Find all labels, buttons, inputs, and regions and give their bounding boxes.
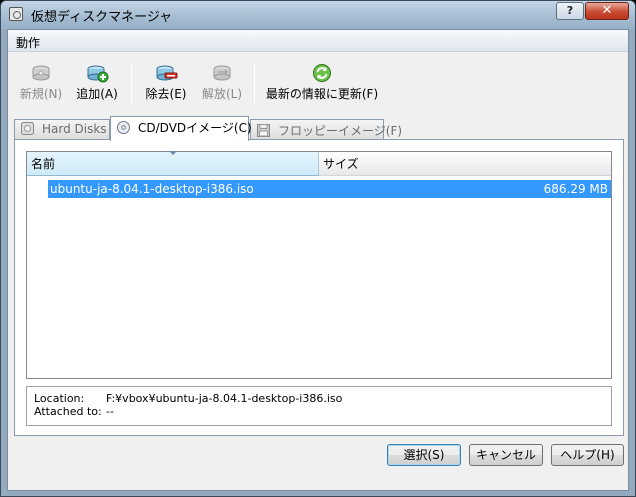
tab-hard-disks[interactable]: Hard Disks bbox=[14, 119, 110, 140]
title-bar[interactable]: 仮想ディスクマネージャ ? ✕ bbox=[1, 1, 635, 29]
disk-new-icon bbox=[31, 63, 51, 83]
tab-panel: 名前 サイズ ubuntu-ja-8.04.1-desktop-i386.iso… bbox=[14, 139, 624, 436]
window-title: 仮想ディスクマネージャ bbox=[31, 10, 173, 25]
location-value: F:¥vbox¥ubuntu-ja-8.04.1-desktop-i386.is… bbox=[106, 392, 343, 405]
hard-disk-icon bbox=[21, 122, 34, 135]
new-button[interactable]: 新規(N) bbox=[16, 59, 66, 107]
item-size: 686.29 MB bbox=[543, 182, 608, 196]
image-list[interactable]: 名前 サイズ ubuntu-ja-8.04.1-desktop-i386.iso… bbox=[26, 151, 612, 379]
column-header-name[interactable]: 名前 bbox=[27, 151, 319, 176]
disk-add-icon bbox=[87, 63, 109, 83]
location-label: Location: bbox=[34, 392, 85, 405]
attached-value: -- bbox=[106, 405, 114, 418]
select-button[interactable]: 選択(S) bbox=[387, 444, 461, 466]
disk-release-icon bbox=[212, 63, 232, 83]
details-pane: Location: F:¥vbox¥ubuntu-ja-8.04.1-deskt… bbox=[26, 386, 612, 426]
item-name: ubuntu-ja-8.04.1-desktop-i386.iso bbox=[50, 182, 254, 196]
client-area: 動作 新規(N) 追加(A) 除去(E) 解放(L) 最新の情報に更新(F) H… bbox=[7, 29, 629, 491]
refresh-button[interactable]: 最新の情報に更新(F) bbox=[262, 59, 382, 107]
help-button[interactable]: ヘルプ(H) bbox=[551, 444, 624, 466]
attached-label: Attached to: bbox=[34, 405, 102, 418]
app-icon bbox=[9, 7, 23, 21]
help-title-button[interactable]: ? bbox=[556, 2, 584, 20]
menu-action[interactable]: 動作 bbox=[16, 34, 40, 51]
column-header-size[interactable]: サイズ bbox=[319, 152, 611, 176]
close-button[interactable]: ✕ bbox=[585, 2, 629, 20]
list-header: 名前 サイズ bbox=[27, 151, 611, 176]
toolbar: 新規(N) 追加(A) 除去(E) 解放(L) 最新の情報に更新(F) bbox=[8, 53, 628, 111]
dialog-window: 仮想ディスクマネージャ ? ✕ 動作 新規(N) 追加(A) 除去(E) 解放(… bbox=[0, 0, 636, 497]
add-button[interactable]: 追加(A) bbox=[72, 59, 122, 107]
toolbar-separator bbox=[131, 63, 132, 103]
remove-button[interactable]: 除去(E) bbox=[141, 59, 191, 107]
cd-icon bbox=[117, 121, 130, 134]
menu-bar: 動作 bbox=[8, 30, 628, 52]
tab-cd-dvd-images[interactable]: CD/DVDイメージ(C) bbox=[110, 116, 252, 141]
tab-floppy-images[interactable]: フロッピーイメージ(F) bbox=[250, 119, 402, 140]
refresh-icon bbox=[312, 63, 332, 83]
list-item[interactable]: ubuntu-ja-8.04.1-desktop-i386.iso 686.29… bbox=[48, 180, 611, 198]
floppy-icon bbox=[257, 124, 270, 137]
cancel-button[interactable]: キャンセル bbox=[469, 444, 543, 466]
toolbar-separator bbox=[254, 63, 255, 103]
disk-remove-icon bbox=[156, 63, 178, 83]
release-button[interactable]: 解放(L) bbox=[197, 59, 247, 107]
sort-arrow-icon bbox=[169, 151, 177, 155]
tab-strip: Hard Disks CD/DVDイメージ(C) フロッピーイメージ(F) bbox=[14, 116, 624, 141]
